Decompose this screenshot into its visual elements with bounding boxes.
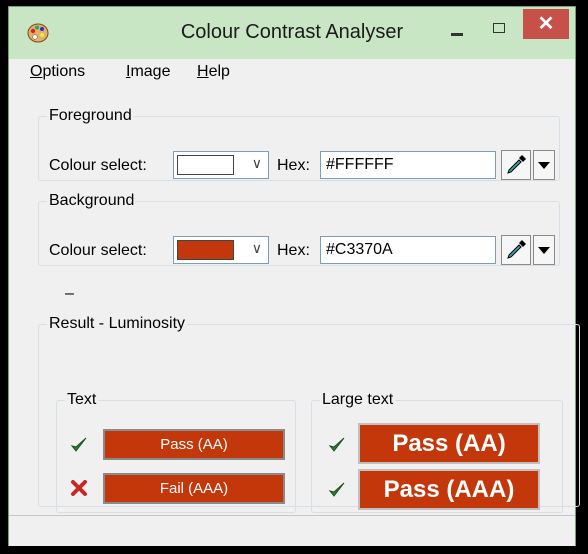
eyedropper-icon [507, 155, 526, 174]
background-legend: Background [49, 192, 135, 209]
title-bar[interactable]: Colour Contrast Analyser ✕ [9, 7, 575, 59]
text-legend: Text [67, 391, 97, 408]
dropdown-arrow-icon [538, 247, 550, 254]
fg-colour-swatch [177, 155, 234, 175]
check-icon [328, 437, 345, 452]
fg-colour-select[interactable]: ∨ [173, 151, 269, 179]
check-icon [70, 437, 87, 452]
large-text-legend: Large text [322, 391, 394, 408]
large-text-aaa-result: Pass (AAA) [358, 469, 540, 510]
bg-colour-select-label: Colour select: [49, 242, 147, 259]
fg-dropdown-button[interactable] [533, 150, 555, 180]
status-bar [9, 515, 575, 546]
menu-options[interactable]: Options [30, 63, 85, 81]
fg-hex-input[interactable] [320, 151, 496, 179]
minimize-button[interactable] [439, 17, 475, 43]
check-icon [328, 482, 345, 497]
bg-colour-swatch [177, 240, 234, 260]
bg-colour-select[interactable]: ∨ [173, 236, 269, 264]
menu-help[interactable]: Help [197, 63, 230, 81]
foreground-group: Foreground Colour select: ∨ Hex: [38, 107, 560, 181]
result-legend: Result - Luminosity [49, 315, 186, 332]
bg-hex-input[interactable] [320, 236, 496, 264]
eyedropper-icon [507, 240, 526, 259]
separator-dash: – [65, 285, 74, 302]
close-icon: ✕ [537, 13, 555, 35]
result-luminosity-group: Result - Luminosity Text Pass (AA) Fail … [38, 315, 580, 513]
maximize-button[interactable] [481, 17, 517, 43]
bg-dropdown-button[interactable] [533, 235, 555, 265]
text-aa-result: Pass (AA) [103, 429, 285, 460]
minimize-icon [451, 33, 463, 36]
chevron-down-icon: ∨ [251, 155, 262, 171]
close-button[interactable]: ✕ [523, 9, 569, 39]
cross-icon [71, 480, 87, 496]
background-group: Background Colour select: ∨ Hex: [38, 192, 560, 266]
text-aaa-result: Fail (AAA) [103, 473, 285, 504]
menu-image[interactable]: Image [126, 63, 170, 81]
large-text-result-group: Large text Pass (AA) Pass (AAA) [311, 391, 563, 513]
chevron-down-icon: ∨ [251, 240, 262, 256]
menu-bar: Options Image Help [9, 59, 575, 87]
foreground-legend: Foreground [49, 107, 132, 124]
large-text-aa-result: Pass (AA) [358, 423, 540, 464]
maximize-icon [493, 23, 505, 33]
bg-hex-label: Hex: [277, 242, 310, 259]
fg-colour-select-label: Colour select: [49, 157, 147, 174]
fg-eyedropper-button[interactable] [501, 150, 531, 180]
fg-hex-label: Hex: [277, 157, 310, 174]
app-window: Colour Contrast Analyser ✕ Options Image… [8, 6, 580, 546]
dropdown-arrow-icon [538, 162, 550, 169]
text-result-group: Text Pass (AA) Fail (AAA) [56, 391, 296, 513]
bg-eyedropper-button[interactable] [501, 235, 531, 265]
